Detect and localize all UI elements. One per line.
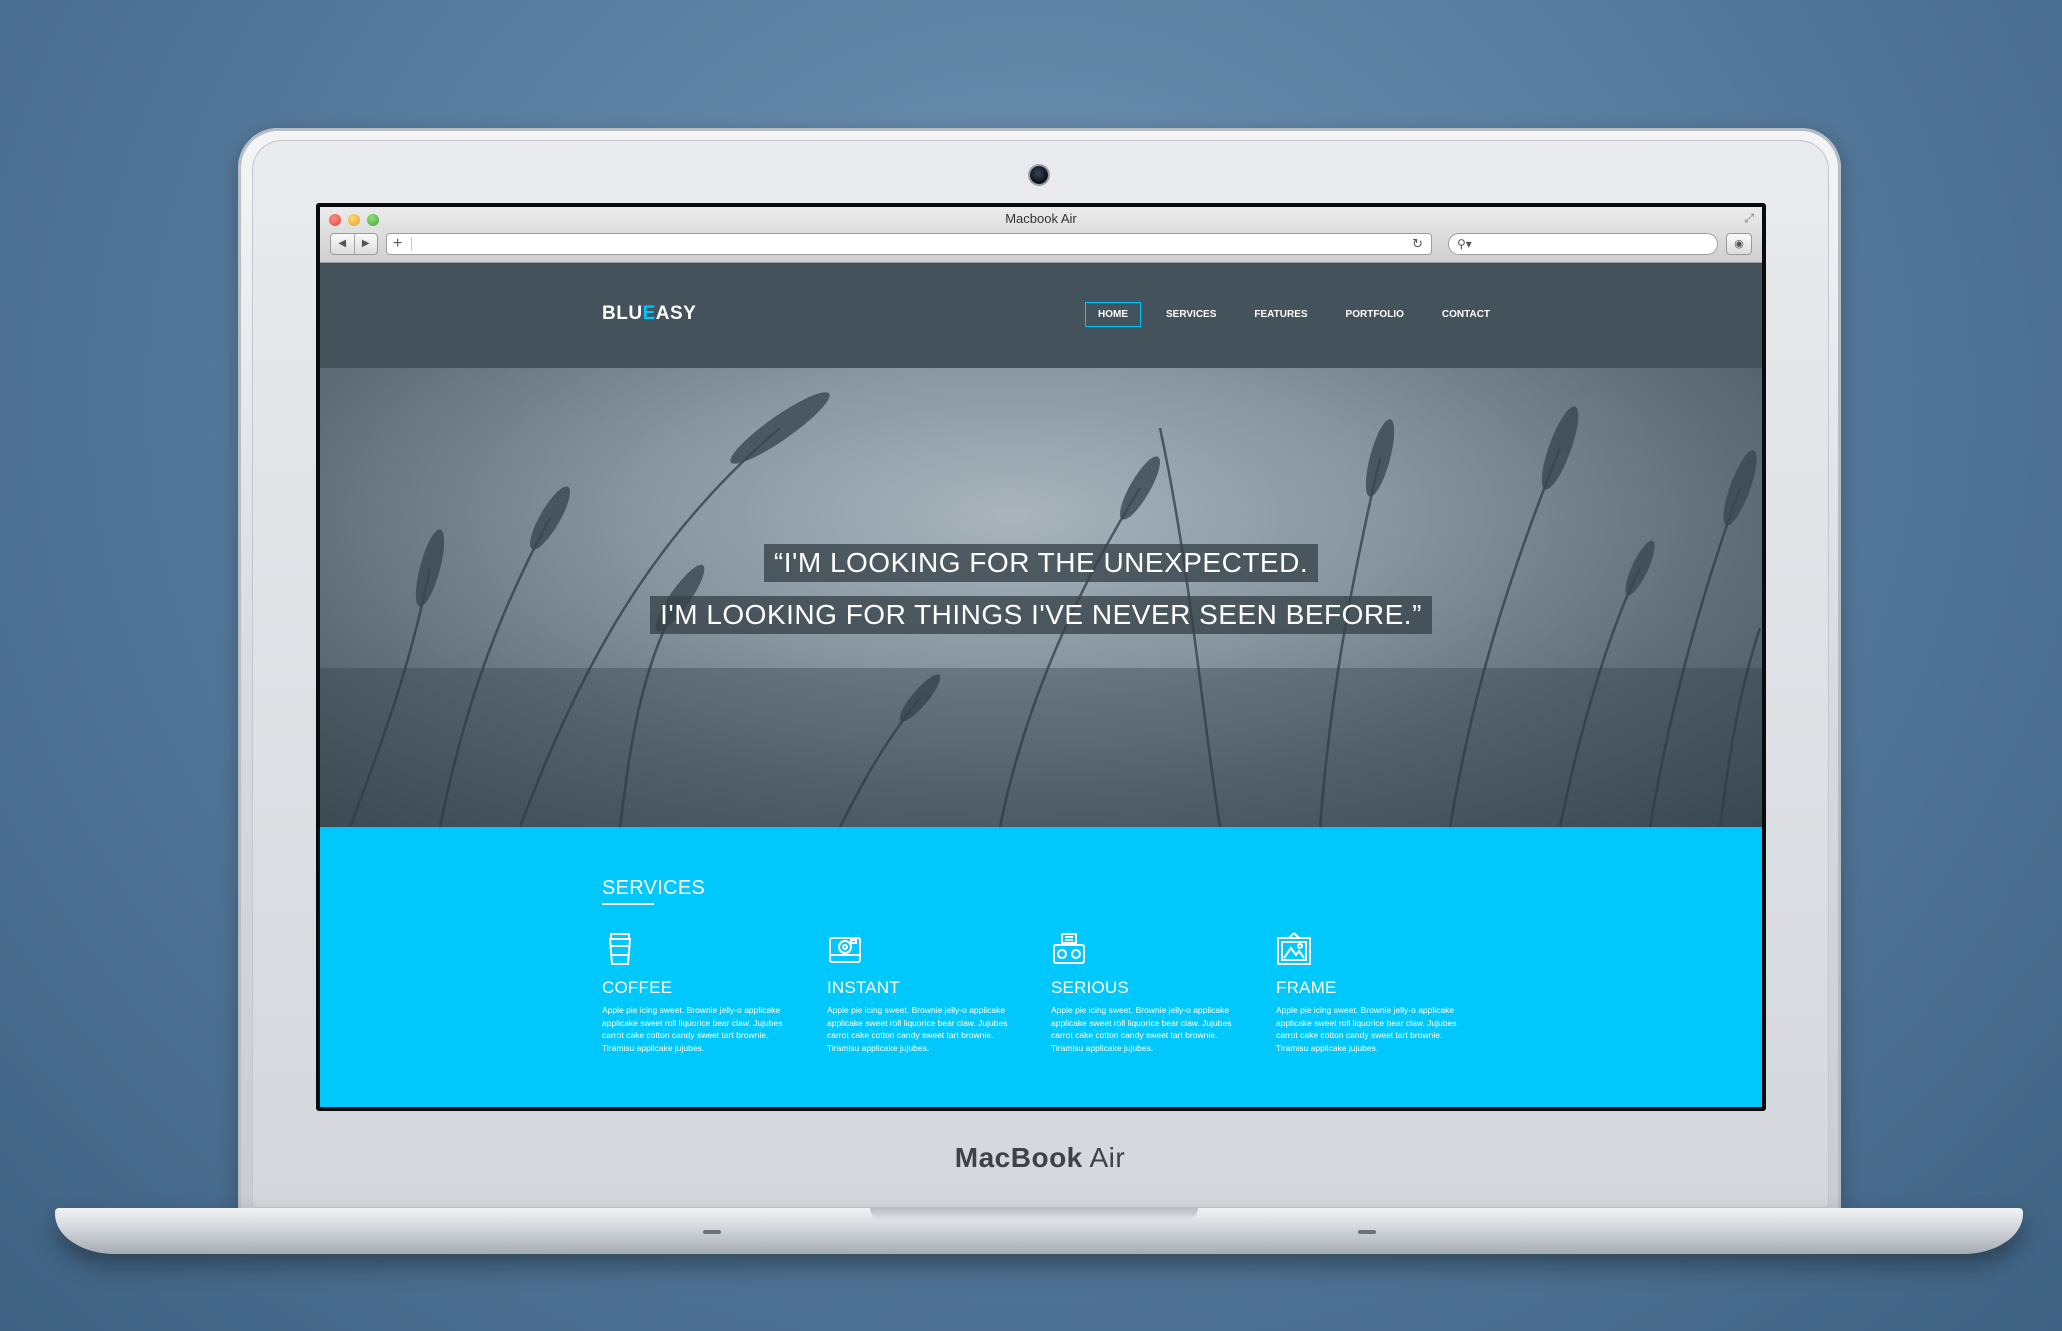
nav-contact[interactable]: CONTACT bbox=[1429, 302, 1503, 327]
service-description: Apple pie icing sweet. Brownie jelly-o a… bbox=[827, 1005, 1008, 1053]
service-instant: INSTANT Apple pie icing sweet. Brownie j… bbox=[827, 931, 1027, 1054]
window-title: Macbook Air bbox=[1005, 211, 1077, 226]
services-heading: SERVICES bbox=[602, 877, 706, 905]
service-description: Apple pie icing sweet. Brownie jelly-o a… bbox=[1051, 1005, 1232, 1053]
address-divider bbox=[411, 237, 412, 251]
device-brand-label: MacBook Air bbox=[954, 1142, 1126, 1173]
main-nav: HOME SERVICES FEATURES PORTFOLIO CONTACT bbox=[1085, 302, 1515, 327]
service-description: Apple pie icing sweet. Brownie jelly-o a… bbox=[602, 1005, 783, 1053]
service-frame: FRAME Apple pie icing sweet. Brownie jel… bbox=[1276, 931, 1476, 1054]
coffee-cup-icon bbox=[608, 933, 632, 965]
site-header: BLUEASY HOME SERVICES FEATURES PORTFOLIO… bbox=[320, 263, 1762, 368]
service-coffee: COFFEE Apple pie icing sweet. Brownie je… bbox=[602, 931, 802, 1054]
nav-features[interactable]: FEATURES bbox=[1241, 302, 1320, 327]
hero-quote-line-2: I'M LOOKING FOR THINGS I'VE NEVER SEEN B… bbox=[320, 596, 1762, 634]
service-name: SERIOUS bbox=[1051, 978, 1129, 997]
webcam-icon bbox=[1030, 166, 1048, 184]
service-serious: SERIOUS Apple pie icing sweet. Brownie j… bbox=[1051, 931, 1251, 1054]
service-description: Apple pie icing sweet. Brownie jelly-o a… bbox=[1276, 1005, 1457, 1053]
hero-banner: “I'M LOOKING FOR THE UNEXPECTED. I'M LOO… bbox=[320, 368, 1762, 827]
hero-quote-line-1: “I'M LOOKING FOR THE UNEXPECTED. bbox=[320, 544, 1762, 582]
forward-button[interactable]: ▶ bbox=[355, 234, 378, 254]
search-icon: ⚲▾ bbox=[1457, 237, 1472, 251]
service-name: FRAME bbox=[1276, 978, 1337, 997]
fullscreen-icon[interactable]: ⤢ bbox=[1744, 211, 1754, 226]
address-bar[interactable]: + ↻ bbox=[386, 233, 1432, 255]
back-button[interactable]: ◀ bbox=[331, 234, 355, 254]
nav-home[interactable]: HOME bbox=[1085, 302, 1141, 327]
instant-camera-icon bbox=[829, 937, 861, 963]
add-bookmark-icon[interactable]: + bbox=[393, 234, 402, 254]
vintage-camera-icon bbox=[1053, 933, 1085, 964]
browser-window: Macbook Air ⤢ ◀ ▶ + ↻ ⚲▾ ◉ BLUEASY HOME … bbox=[320, 207, 1762, 1107]
reload-icon[interactable]: ↻ bbox=[1412, 234, 1423, 254]
service-name: COFFEE bbox=[602, 978, 673, 997]
laptop-foot bbox=[1358, 1230, 1376, 1234]
picture-frame-icon bbox=[1277, 932, 1311, 965]
browser-toolbar: Macbook Air ⤢ ◀ ▶ + ↻ ⚲▾ ◉ bbox=[320, 207, 1762, 263]
downloads-button[interactable]: ◉ bbox=[1726, 233, 1752, 255]
services-section: SERVICES COFFEE Apple pie icing sweet. B… bbox=[320, 827, 1762, 1107]
back-forward-buttons: ◀ ▶ bbox=[330, 233, 378, 255]
site-logo[interactable]: BLUEASY bbox=[602, 303, 696, 325]
service-name: INSTANT bbox=[827, 978, 900, 997]
laptop-hinge-notch bbox=[870, 1208, 1198, 1220]
nav-portfolio[interactable]: PORTFOLIO bbox=[1333, 302, 1417, 327]
laptop-foot bbox=[703, 1230, 721, 1234]
search-field[interactable]: ⚲▾ bbox=[1448, 233, 1718, 255]
nav-services[interactable]: SERVICES bbox=[1153, 302, 1229, 327]
